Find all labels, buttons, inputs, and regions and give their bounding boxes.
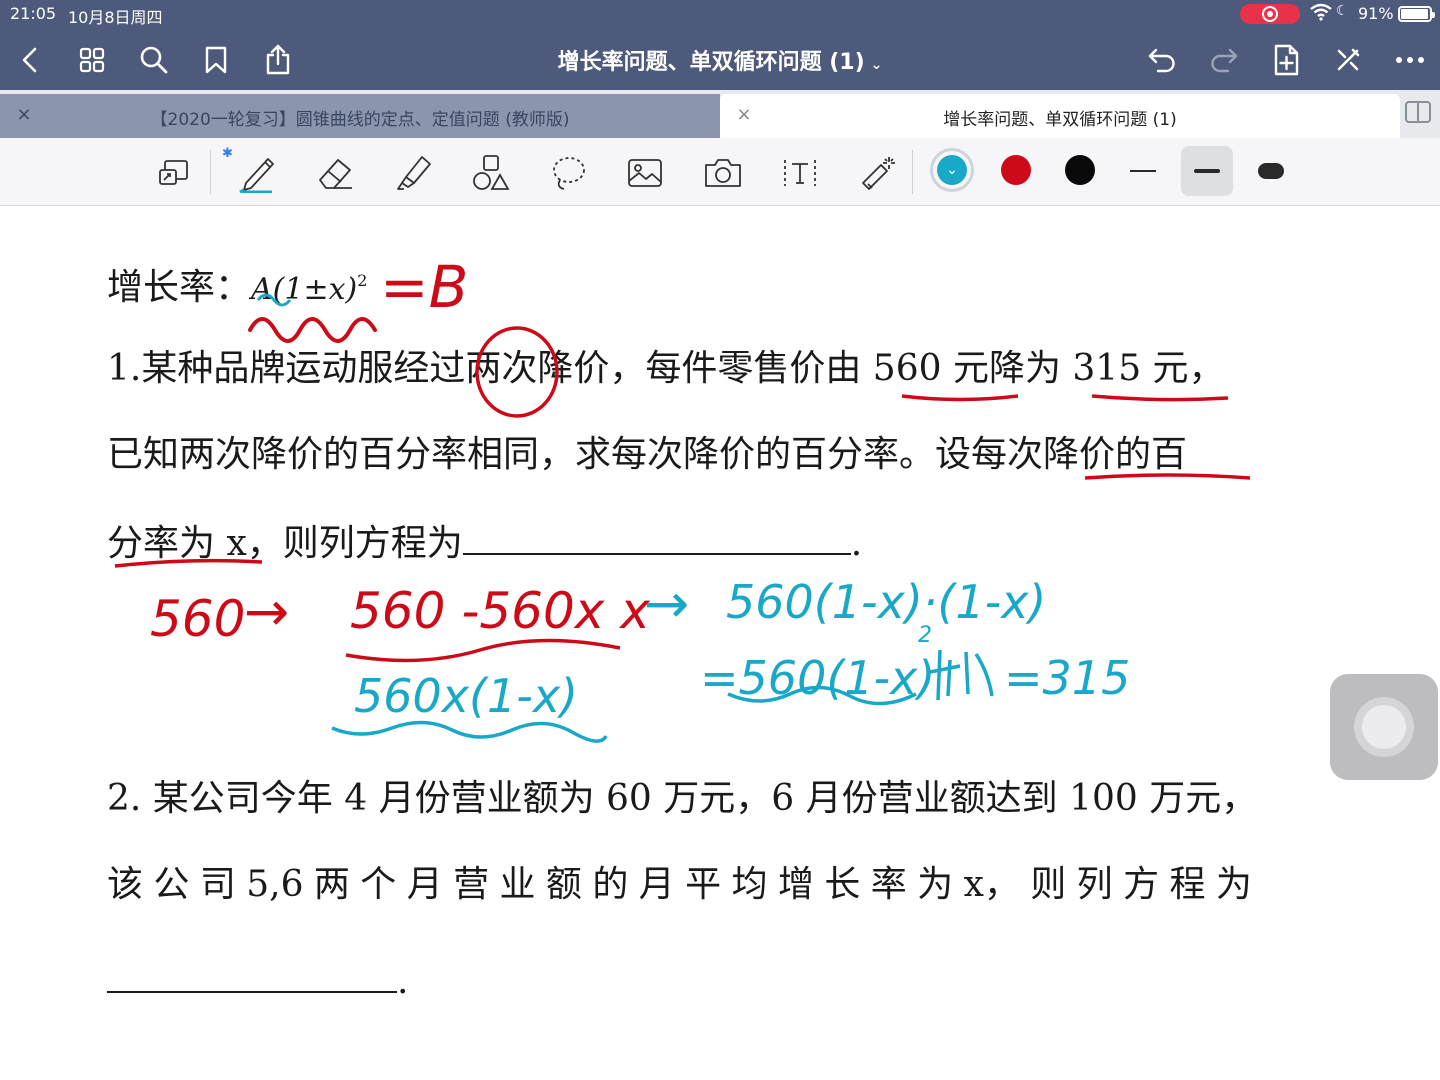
- eraser-icon[interactable]: [315, 152, 357, 194]
- redo-icon[interactable]: [1204, 40, 1244, 80]
- do-not-disturb-icon: ☾: [1336, 3, 1349, 19]
- stroke-size-thin[interactable]: [1117, 146, 1169, 196]
- nav-bar: 增长率问题、单双循环问题 (1) ⌄: [0, 30, 1440, 90]
- answer-blank-2[interactable]: [107, 957, 397, 993]
- q2-char: 的: [592, 864, 629, 905]
- app-header: 21:05 10月8日周四 ☾ 91% 增长率问题、单双循环问题 (1) ⌄: [0, 0, 1440, 90]
- search-icon[interactable]: [134, 40, 174, 80]
- q2-char: 公: [153, 864, 190, 905]
- status-time: 21:05: [10, 4, 57, 23]
- chevron-down-icon: ⌄: [870, 57, 883, 73]
- q2-char: 长: [824, 864, 861, 905]
- screen-recording-indicator[interactable]: [1240, 4, 1300, 24]
- shapes-icon[interactable]: [469, 152, 511, 194]
- status-bar: 21:05 10月8日周四 ☾ 91%: [0, 0, 1440, 28]
- q2-char: 5,6: [246, 864, 304, 905]
- q2-char: 司: [199, 864, 236, 905]
- q2-char: 两: [313, 864, 350, 905]
- chevron-down-icon: ⌄: [946, 162, 958, 178]
- tab-document-2[interactable]: × 增长率问题、单双循环问题 (1): [720, 94, 1400, 138]
- q2-char: 率: [870, 864, 907, 905]
- question-1-line-1: 1.某种品牌运动服经过两次降价，每件零售价由 560 元降为 315 元，: [107, 348, 1225, 389]
- q2-char: 则: [1030, 864, 1067, 905]
- formula-label: 增长率：: [107, 267, 252, 308]
- q2-char: 方: [1123, 864, 1160, 905]
- battery-icon: [1398, 6, 1435, 22]
- tab-label: 增长率问题、单双循环问题 (1): [943, 110, 1177, 130]
- battery-percent: 91%: [1358, 4, 1394, 23]
- q2-char: 为: [1215, 864, 1252, 905]
- document-title: 增长率问题、单双循环问题 (1): [557, 50, 865, 75]
- q2-char: 均: [731, 864, 768, 905]
- bluetooth-icon: ✱: [222, 146, 233, 161]
- q2-char: 为: [917, 864, 954, 905]
- q2-char: 月: [638, 864, 675, 905]
- question-2-line-2: 该 公 司 5,6 两 个 月 营 业 额 的 月 平 均 增 长 率 为 x，…: [107, 863, 1252, 907]
- q2-char: 列: [1076, 864, 1113, 905]
- q2-char: 该: [107, 864, 144, 905]
- tab-document-1[interactable]: × 【2020一轮复习】圆锥曲线的定点、定值问题 (教师版): [0, 94, 720, 138]
- q2-char: 业: [499, 864, 536, 905]
- back-icon[interactable]: [10, 40, 50, 80]
- question-1-line-3: 分率为 x，则列方程为.: [107, 519, 862, 566]
- q2-char: 增: [777, 864, 814, 905]
- q2-char: x，: [963, 864, 1020, 905]
- answer-blank-1[interactable]: [462, 519, 851, 555]
- close-icon[interactable]: ×: [14, 104, 34, 125]
- question-2-line-1: 2. 某公司今年 4 月份营业额为 60 万元，6 月份营业额达到 100 万元…: [107, 778, 1258, 819]
- tab-label: 【2020一轮复习】圆锥曲线的定点、定值问题 (教师版): [150, 110, 570, 130]
- close-icon[interactable]: ×: [734, 104, 754, 125]
- text-icon[interactable]: [779, 152, 821, 194]
- question-2-line-3: .: [107, 957, 408, 1004]
- split-view-icon[interactable]: [1404, 100, 1432, 124]
- laser-pointer-icon[interactable]: [856, 152, 898, 194]
- assistive-touch-button[interactable]: [1330, 674, 1438, 780]
- bookmark-icon[interactable]: [196, 40, 236, 80]
- highlighter-icon[interactable]: [393, 152, 435, 194]
- wifi-icon: [1310, 3, 1332, 21]
- stroke-size-thick[interactable]: [1245, 146, 1297, 196]
- status-date: 10月8日周四: [68, 8, 163, 27]
- stroke-size-medium[interactable]: [1181, 146, 1233, 196]
- q2-char: 营: [453, 864, 490, 905]
- color-swatch-red[interactable]: [1001, 155, 1031, 185]
- q2-char: 额: [545, 864, 582, 905]
- lasso-icon[interactable]: [547, 152, 589, 194]
- color-swatch-cyan[interactable]: ⌄: [937, 155, 967, 185]
- q2-char: 个: [360, 864, 397, 905]
- question-1-line-3-text: 分率为 x，则列方程为: [107, 523, 463, 564]
- add-page-icon[interactable]: [1266, 40, 1306, 80]
- formula: A(1±x): [251, 272, 358, 307]
- q2-char: 平: [685, 864, 722, 905]
- q2-char: 月: [406, 864, 443, 905]
- formula-line: 增长率：A(1±x)2: [107, 267, 368, 308]
- close-pen-icon[interactable]: [1328, 40, 1368, 80]
- camera-icon[interactable]: [702, 152, 744, 194]
- document-title-dropdown[interactable]: 增长率问题、单双循环问题 (1) ⌄: [520, 44, 920, 76]
- undo-icon[interactable]: [1142, 40, 1182, 80]
- more-icon[interactable]: [1390, 40, 1430, 80]
- document-page[interactable]: 增长率：A(1±x)2 1.某种品牌运动服经过两次降价，每件零售价由 560 元…: [0, 207, 1440, 1080]
- q2-char: 程: [1169, 864, 1206, 905]
- tab-bar: × 【2020一轮复习】圆锥曲线的定点、定值问题 (教师版) × 增长率问题、单…: [0, 90, 1440, 138]
- question-1-line-2: 已知两次降价的百分率相同，求每次降价的百分率。设每次降价的百: [107, 434, 1188, 475]
- pen-icon[interactable]: [237, 152, 279, 194]
- image-icon[interactable]: [624, 152, 666, 194]
- grid-icon[interactable]: [72, 40, 112, 80]
- share-icon[interactable]: [258, 40, 298, 80]
- lasso-resize-icon[interactable]: [153, 152, 195, 194]
- color-swatch-black[interactable]: [1065, 155, 1095, 185]
